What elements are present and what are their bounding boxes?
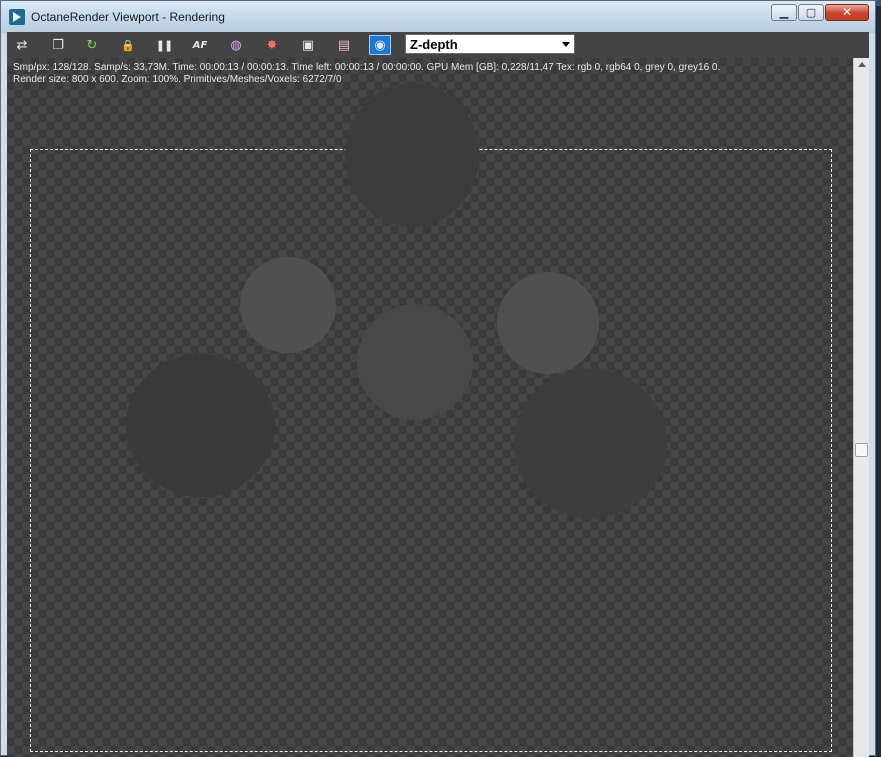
render-viewport[interactable]: Smp/px: 128/128. Samp/s: 33,73M. Time: 0… — [7, 58, 853, 757]
octane-app-icon — [9, 9, 25, 25]
title-bar[interactable]: OctaneRender Viewport - Rendering ▁ ▢ ✕ — [1, 1, 875, 33]
render-sphere — [240, 257, 336, 353]
display-icon[interactable]: ▣ — [297, 35, 319, 55]
region-render-icon[interactable]: ✸ — [261, 35, 283, 55]
minimize-button[interactable]: ▁ — [771, 4, 797, 21]
render-stats-line-2: Render size: 800 x 600. Zoom: 100%. Prim… — [13, 74, 342, 85]
render-toolbar: ⇄ ❐ ↻ 🔒 ❚❚ AF ◍ ✸ ▣ ▤ ◉ Z-depth — [7, 32, 869, 58]
vertical-scrollbar[interactable] — [853, 58, 869, 757]
window-title: OctaneRender Viewport - Rendering — [31, 10, 225, 24]
octane-viewport-window: OctaneRender Viewport - Rendering ▁ ▢ ✕ … — [0, 0, 876, 757]
render-sphere — [345, 83, 479, 227]
close-button[interactable]: ✕ — [825, 4, 869, 21]
pause-icon[interactable]: ❚❚ — [153, 35, 175, 55]
render-sphere — [357, 304, 473, 420]
scroll-up-icon[interactable] — [858, 62, 866, 67]
send-scene-icon[interactable]: ⇄ — [11, 35, 33, 55]
render-sphere — [126, 354, 275, 497]
lock-icon[interactable]: 🔒 — [117, 35, 139, 55]
window-controls: ▁ ▢ ✕ — [770, 4, 869, 21]
restart-render-icon[interactable]: ↻ — [81, 35, 103, 55]
view-mode-value: Z-depth — [410, 37, 458, 52]
view-mode-select[interactable]: Z-depth — [405, 34, 575, 54]
close-icon: ✕ — [841, 5, 853, 19]
render-stats-line-1: Smp/px: 128/128. Samp/s: 33,73M. Time: 0… — [13, 62, 721, 73]
copy-render-icon[interactable]: ❐ — [47, 35, 69, 55]
render-stats: Smp/px: 128/128. Samp/s: 33,73M. Time: 0… — [13, 62, 720, 86]
maximize-button[interactable]: ▢ — [798, 4, 824, 21]
maximize-icon: ▢ — [805, 6, 817, 19]
render-sphere — [514, 369, 667, 518]
minimize-icon: ▁ — [779, 6, 789, 19]
color-wheel-icon[interactable]: ◍ — [225, 35, 247, 55]
camera-icon[interactable]: ◉ — [369, 35, 391, 55]
film-settings-icon[interactable]: ▤ — [333, 35, 355, 55]
scrollbar-thumb[interactable] — [855, 443, 868, 457]
chevron-down-icon — [562, 42, 570, 47]
autofocus-icon[interactable]: AF — [189, 35, 211, 55]
render-sphere — [497, 272, 599, 374]
